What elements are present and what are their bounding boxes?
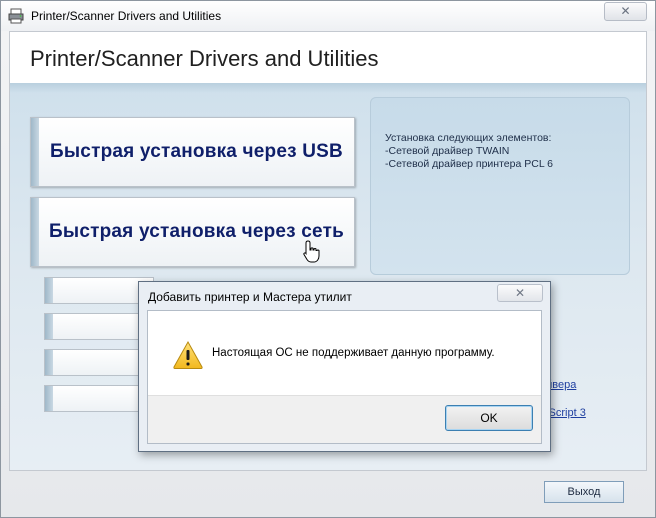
button-accent-stripe <box>45 314 53 339</box>
hand-cursor-icon <box>303 240 320 263</box>
usb-quick-install-label: Быстрая установка через USB <box>50 141 343 162</box>
button-accent-stripe <box>31 118 39 186</box>
warning-icon <box>173 340 203 369</box>
page-title: Printer/Scanner Drivers and Utilities <box>30 46 379 71</box>
install-info-text: Установка следующих элементов: -Сетевой … <box>385 132 553 171</box>
exit-button[interactable]: Выход <box>544 481 624 503</box>
install-info-panel: Установка следующих элементов: -Сетевой … <box>370 97 630 275</box>
dialog-body: Настоящая ОС не поддерживает данную прог… <box>147 310 542 444</box>
close-icon: ✕ <box>514 286 526 300</box>
info-line: -Сетевой драйвер TWAIN <box>385 145 510 157</box>
info-line: -Сетевой драйвер принтера PCL 6 <box>385 158 554 170</box>
button-accent-stripe <box>45 386 53 411</box>
button-accent-stripe <box>45 278 53 303</box>
close-icon: ✕ <box>620 4 631 18</box>
printer-app-icon <box>8 8 24 24</box>
title-bar: Printer/Scanner Drivers and Utilities ✕ <box>1 1 655 31</box>
error-dialog: Добавить принтер и Мастера утилит ✕ Наст… <box>138 281 551 452</box>
dialog-title: Добавить принтер и Мастера утилит <box>148 290 352 304</box>
header-panel: Printer/Scanner Drivers and Utilities <box>9 31 647 83</box>
window-title: Printer/Scanner Drivers and Utilities <box>31 9 222 23</box>
button-accent-stripe <box>31 198 39 266</box>
ok-button[interactable]: OK <box>445 405 533 431</box>
button-accent-stripe <box>45 350 53 375</box>
dialog-close-button[interactable]: ✕ <box>497 284 543 302</box>
dialog-message: Настоящая ОС не поддерживает данную прог… <box>212 347 495 359</box>
info-line: Установка следующих элементов: <box>385 132 552 144</box>
usb-quick-install-button[interactable]: Быстрая установка через USB <box>30 117 355 187</box>
window-close-button[interactable]: ✕ <box>604 2 647 21</box>
